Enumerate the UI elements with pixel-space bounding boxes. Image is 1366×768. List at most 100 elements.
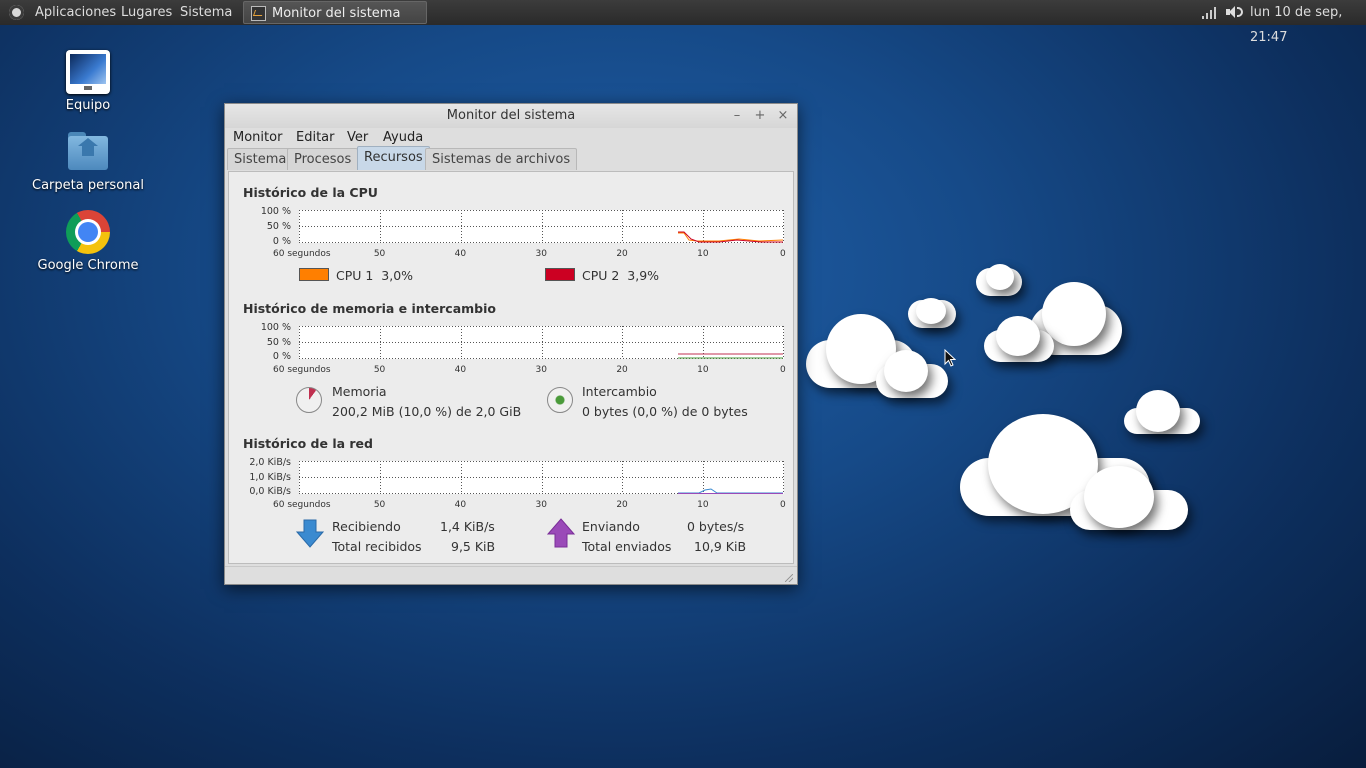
network-history-graph (299, 461, 784, 494)
minimize-button[interactable]: – (729, 104, 745, 128)
swap-label: Intercambio (582, 384, 657, 399)
x-tick-label: 10 (697, 500, 709, 510)
x-tick-label: 0 (780, 500, 786, 510)
desktop-icon-label: Carpeta personal (32, 178, 144, 193)
menu-ver[interactable]: Ver (347, 128, 368, 148)
taskbar-button-system-monitor[interactable]: Monitor del sistema (243, 1, 427, 24)
x-tick-label: 50 (373, 249, 386, 259)
x-tick-label: 10 (697, 249, 709, 259)
window-title: Monitor del sistema (446, 108, 576, 123)
mem-y-tick: 50 % (266, 337, 291, 348)
tab-sistema[interactable]: Sistema (227, 148, 294, 170)
cpu-y-tick: 100 % (260, 206, 291, 217)
x-tick-label: 30 (535, 249, 547, 259)
sending-rate: 0 bytes/s (687, 519, 745, 534)
menu-lugares[interactable]: Lugares (121, 0, 172, 25)
gnome-foot-icon[interactable] (9, 5, 24, 20)
cpu2-value: 3,9% (627, 268, 660, 283)
menu-monitor[interactable]: Monitor (233, 128, 282, 148)
tab-sistemas-de-archivos[interactable]: Sistemas de archivos (425, 148, 578, 170)
x-tick-label: 50 (373, 365, 386, 375)
memory-history-graph (299, 326, 784, 359)
net-y-tick: 2,0 KiB/s (249, 457, 291, 468)
x-tick-label: 40 (454, 365, 467, 375)
cpu2-color-swatch[interactable] (545, 268, 575, 281)
receive-line (678, 488, 783, 494)
cpu1-color-swatch[interactable] (299, 268, 329, 281)
desktop-icon-label: Equipo (65, 98, 111, 113)
cpu-x-axis: 60 segundos 50 40 30 20 10 0 (229, 249, 795, 261)
cpu2-label: CPU 2 3,9% (582, 268, 659, 283)
network-graph-svg (299, 461, 784, 494)
total-sent-label: Total enviados (582, 539, 672, 554)
x-tick-label: 60 segundos (273, 249, 331, 259)
menu-editar[interactable]: Editar (296, 128, 335, 148)
taskbar-button-label: Monitor del sistema (272, 6, 401, 21)
memory-value: 200,2 MiB (10,0 %) de 2,0 GiB (332, 404, 522, 419)
desktop-icon-equipo[interactable]: Equipo (28, 50, 148, 113)
home-folder-icon (66, 130, 110, 174)
cpu1-value: 3,0% (381, 268, 414, 283)
chrome-icon (66, 210, 110, 254)
resources-panel: Histórico de la CPU 100 % 50 % 0 % 60 se… (228, 171, 794, 564)
volume-icon[interactable] (1226, 5, 1244, 20)
memory-pie-icon[interactable] (296, 387, 322, 413)
network-signal-icon[interactable] (1202, 7, 1216, 19)
desktop-icon-carpeta-personal[interactable]: Carpeta personal (28, 130, 148, 193)
tab-procesos[interactable]: Procesos (287, 148, 359, 170)
memory-x-axis: 60 segundos 50 40 30 20 10 0 (229, 365, 795, 377)
menu-aplicaciones[interactable]: Aplicaciones (35, 0, 116, 25)
cpu1-label: CPU 1 3,0% (336, 268, 413, 283)
total-sent-value: 10,9 KiB (694, 539, 747, 554)
memory-graph-svg (299, 326, 784, 359)
maximize-button[interactable]: + (752, 104, 768, 128)
top-panel: Aplicaciones Lugares Sistema Monitor del… (0, 0, 1366, 45)
x-tick-label: 20 (616, 365, 628, 375)
cpu1-name: CPU 1 (336, 268, 374, 283)
tab-recursos[interactable]: Recursos (357, 146, 430, 170)
total-received-label: Total recibidos (332, 539, 422, 554)
menu-sistema[interactable]: Sistema (180, 0, 232, 25)
resize-grip-icon[interactable] (785, 574, 793, 582)
receiving-rate: 1,4 KiB/s (440, 519, 495, 534)
close-button[interactable]: × (775, 104, 791, 128)
x-tick-label: 40 (454, 500, 467, 510)
total-received-value: 9,5 KiB (451, 539, 496, 554)
x-tick-label: 50 (373, 500, 386, 510)
x-tick-label: 40 (454, 249, 467, 259)
mouse-pointer-icon (944, 349, 956, 367)
cpu-graph-svg (299, 210, 784, 243)
x-tick-label: 0 (780, 365, 786, 375)
download-arrow-icon[interactable] (296, 518, 324, 548)
system-monitor-window: Monitor del sistema – + × Monitor Editar… (224, 103, 798, 585)
cpu2-name: CPU 2 (582, 268, 620, 283)
upload-arrow-icon[interactable] (547, 518, 575, 548)
window-titlebar[interactable]: Monitor del sistema – + × (225, 104, 797, 128)
x-tick-label: 30 (535, 500, 547, 510)
system-monitor-icon (251, 6, 266, 21)
network-history-title: Histórico de la red (243, 436, 373, 451)
memory-label: Memoria (332, 384, 387, 399)
clock[interactable]: lun 10 de sep, 21:47 (1250, 0, 1366, 45)
net-y-tick: 1,0 KiB/s (249, 472, 291, 483)
menu-ayuda[interactable]: Ayuda (383, 128, 423, 148)
statusbar (225, 566, 797, 585)
receiving-label: Recibiendo (332, 519, 401, 534)
mem-y-tick: 0 % (272, 351, 291, 362)
network-x-axis: 60 segundos 50 40 30 20 10 0 (229, 500, 795, 512)
menubar: Monitor Editar Ver Ayuda (225, 128, 797, 148)
x-tick-label: 60 segundos (273, 365, 331, 375)
cpu-history-graph (299, 210, 784, 243)
net-y-tick: 0,0 KiB/s (249, 486, 291, 497)
computer-icon (66, 50, 110, 94)
mem-y-tick: 100 % (260, 322, 291, 333)
x-tick-label: 60 segundos (273, 500, 331, 510)
swap-pie-icon[interactable] (547, 387, 573, 413)
sending-label: Enviando (582, 519, 640, 534)
x-tick-label: 30 (535, 365, 547, 375)
desktop-icon-google-chrome[interactable]: Google Chrome (28, 210, 148, 273)
cpu-y-tick: 0 % (272, 236, 291, 247)
cpu-y-tick: 50 % (266, 221, 291, 232)
memory-history-title: Histórico de memoria e intercambio (243, 301, 496, 316)
x-tick-label: 10 (697, 365, 709, 375)
